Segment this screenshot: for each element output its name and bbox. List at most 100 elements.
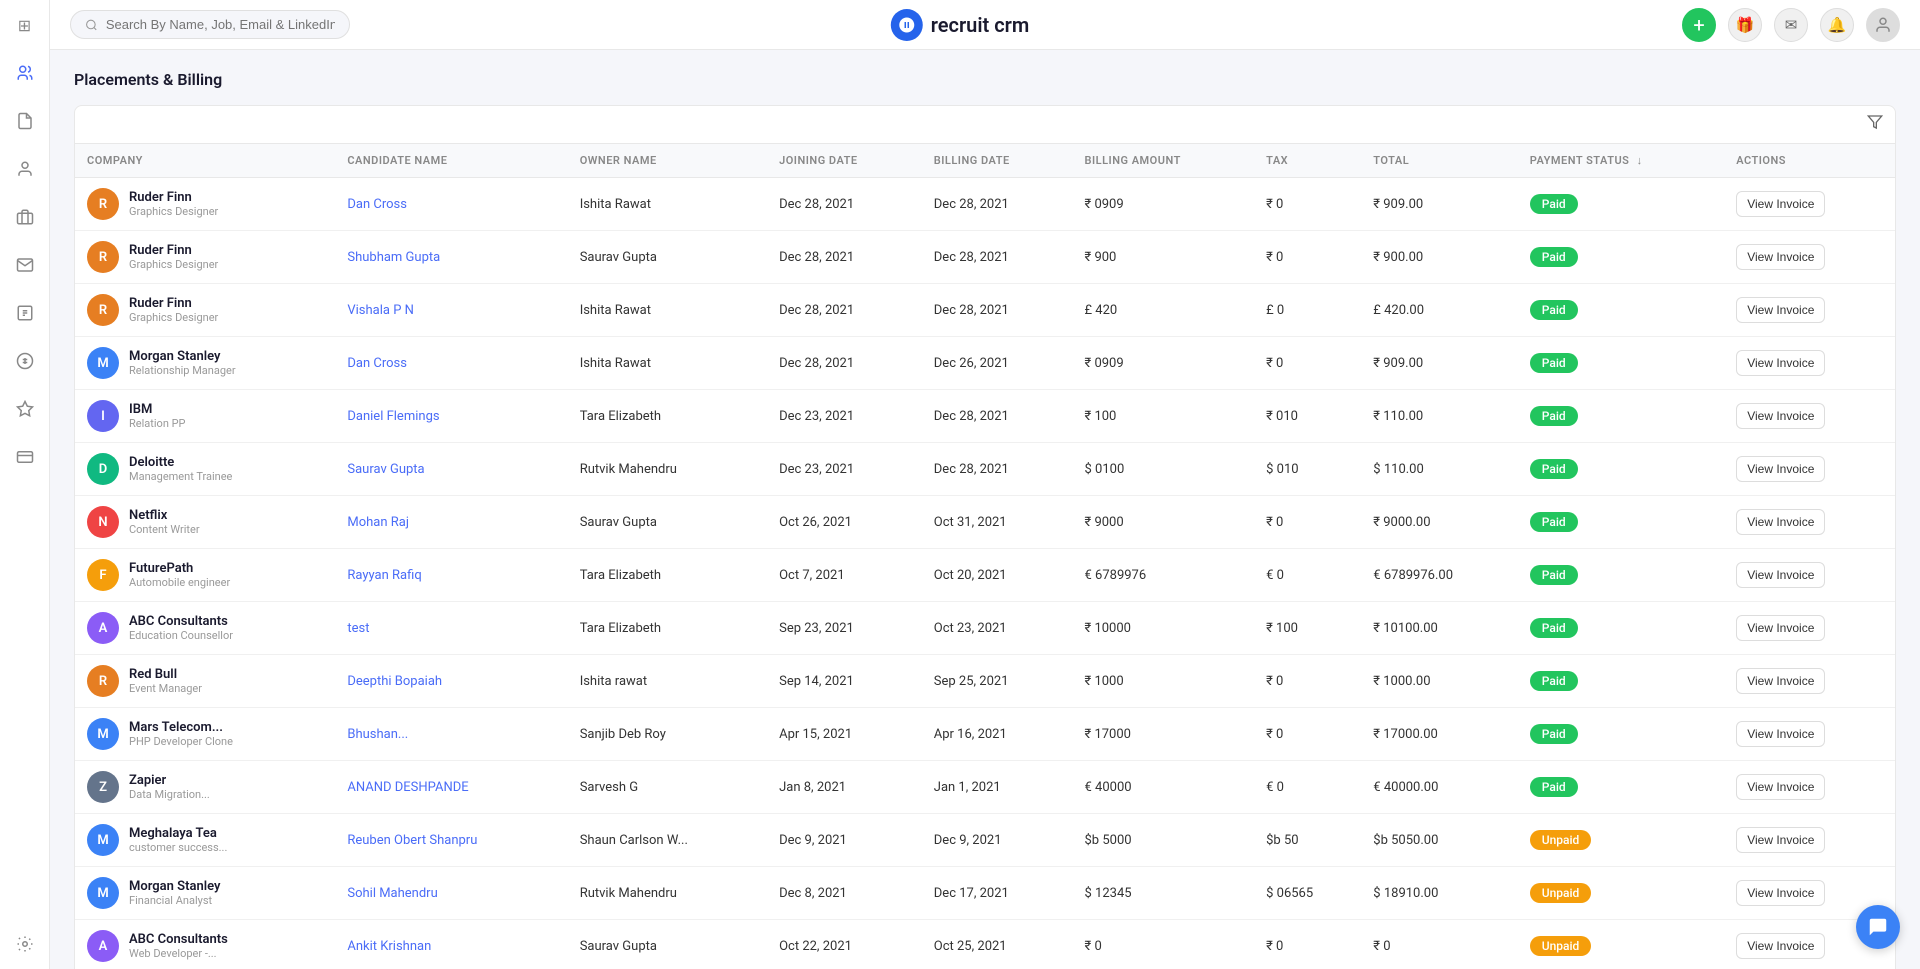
- candidate-link-1[interactable]: Shubham Gupta: [347, 250, 440, 265]
- billing-amount-cell-6: ₹ 9000: [1073, 496, 1255, 549]
- company-name-3: Morgan Stanley: [129, 349, 236, 364]
- view-invoice-button-5[interactable]: View Invoice: [1736, 456, 1825, 482]
- view-invoice-button-8[interactable]: View Invoice: [1736, 615, 1825, 641]
- col-owner: OWNER NAME: [568, 144, 767, 178]
- search-input[interactable]: [106, 17, 335, 32]
- view-invoice-button-9[interactable]: View Invoice: [1736, 668, 1825, 694]
- company-avatar-6: N: [87, 506, 119, 538]
- view-invoice-button-11[interactable]: View Invoice: [1736, 774, 1825, 800]
- gift-button[interactable]: 🎁: [1728, 8, 1762, 42]
- candidate-link-6[interactable]: Mohan Raj: [347, 515, 409, 530]
- view-invoice-button-12[interactable]: View Invoice: [1736, 827, 1825, 853]
- candidate-link-12[interactable]: Reuben Obert Shanpru: [347, 833, 477, 848]
- candidate-link-0[interactable]: Dan Cross: [347, 197, 407, 212]
- notification-button[interactable]: 🔔: [1820, 8, 1854, 42]
- billing-date-cell-7: Oct 20, 2021: [922, 549, 1073, 602]
- dollar-icon[interactable]: [10, 346, 40, 376]
- avatar[interactable]: [1866, 8, 1900, 42]
- notes-icon[interactable]: [10, 298, 40, 328]
- view-invoice-button-14[interactable]: View Invoice: [1736, 933, 1825, 959]
- email-button[interactable]: ✉: [1774, 8, 1808, 42]
- candidate-link-5[interactable]: Saurav Gupta: [347, 462, 424, 477]
- chat-button[interactable]: [1856, 905, 1900, 949]
- billing-amount-cell-11: € 40000: [1073, 761, 1255, 814]
- owner-cell-7: Tara Elizabeth: [568, 549, 767, 602]
- total-cell-9: ₹ 1000.00: [1361, 655, 1517, 708]
- joining-date-cell-10: Apr 15, 2021: [767, 708, 922, 761]
- actions-cell-4: View Invoice: [1724, 390, 1895, 443]
- view-invoice-button-3[interactable]: View Invoice: [1736, 350, 1825, 376]
- company-name-5: Deloitte: [129, 455, 232, 470]
- total-cell-11: € 40000.00: [1361, 761, 1517, 814]
- card-icon[interactable]: [10, 442, 40, 472]
- billing-amount-cell-4: ₹ 100: [1073, 390, 1255, 443]
- billing-amount-cell-0: ₹ 0909: [1073, 178, 1255, 231]
- candidate-cell-9: Deepthi Bopaiah: [335, 655, 567, 708]
- document-icon[interactable]: [10, 106, 40, 136]
- status-cell-13: Unpaid: [1518, 867, 1724, 920]
- billing-date-cell-2: Dec 28, 2021: [922, 284, 1073, 337]
- joining-date-cell-0: Dec 28, 2021: [767, 178, 922, 231]
- actions-cell-8: View Invoice: [1724, 602, 1895, 655]
- actions-cell-3: View Invoice: [1724, 337, 1895, 390]
- joining-date-cell-14: Oct 22, 2021: [767, 920, 922, 969]
- company-name-14: ABC Consultants: [129, 932, 228, 947]
- billing-date-cell-4: Dec 28, 2021: [922, 390, 1073, 443]
- logo-icon: [891, 9, 923, 41]
- view-invoice-button-2[interactable]: View Invoice: [1736, 297, 1825, 323]
- owner-cell-1: Saurav Gupta: [568, 231, 767, 284]
- candidate-link-9[interactable]: Deepthi Bopaiah: [347, 674, 442, 689]
- company-cell-6: N Netflix Content Writer: [75, 496, 335, 549]
- view-invoice-button-4[interactable]: View Invoice: [1736, 403, 1825, 429]
- search-container[interactable]: [70, 10, 350, 39]
- total-cell-5: $ 110.00: [1361, 443, 1517, 496]
- briefcase-icon[interactable]: [10, 202, 40, 232]
- candidate-link-2[interactable]: Vishala P N: [347, 303, 414, 318]
- chart-icon[interactable]: [10, 394, 40, 424]
- person-icon[interactable]: [10, 154, 40, 184]
- mail-icon[interactable]: [10, 250, 40, 280]
- view-invoice-button-7[interactable]: View Invoice: [1736, 562, 1825, 588]
- status-badge-5: Paid: [1530, 459, 1578, 479]
- actions-cell-0: View Invoice: [1724, 178, 1895, 231]
- status-badge-14: Unpaid: [1530, 936, 1592, 956]
- users-icon[interactable]: [10, 58, 40, 88]
- billing-amount-cell-10: ₹ 17000: [1073, 708, 1255, 761]
- col-tax: TAX: [1254, 144, 1361, 178]
- company-cell-5: D Deloitte Management Trainee: [75, 443, 335, 496]
- view-invoice-button-10[interactable]: View Invoice: [1736, 721, 1825, 747]
- table-row: R Red Bull Event Manager Deepthi Bopaiah…: [75, 655, 1895, 708]
- view-invoice-button-0[interactable]: View Invoice: [1736, 191, 1825, 217]
- table-row: M Morgan Stanley Relationship Manager Da…: [75, 337, 1895, 390]
- table-row: A ABC Consultants Web Developer -... Ank…: [75, 920, 1895, 969]
- tax-cell-12: $b 50: [1254, 814, 1361, 867]
- candidate-cell-13: Sohil Mahendru: [335, 867, 567, 920]
- candidate-link-11[interactable]: ANAND DESHPANDE: [347, 780, 468, 795]
- candidate-link-7[interactable]: Rayyan Rafiq: [347, 568, 421, 583]
- col-billing-date: BILLING DATE: [922, 144, 1073, 178]
- candidate-link-14[interactable]: Ankit Krishnan: [347, 939, 431, 954]
- tax-cell-8: ₹ 100: [1254, 602, 1361, 655]
- candidate-link-8[interactable]: test: [347, 621, 369, 636]
- settings-icon[interactable]: [10, 929, 40, 959]
- candidate-link-10[interactable]: Bhushan...: [347, 727, 408, 742]
- candidate-link-13[interactable]: Sohil Mahendru: [347, 886, 437, 901]
- add-button[interactable]: +: [1682, 8, 1716, 42]
- joining-date-cell-5: Dec 23, 2021: [767, 443, 922, 496]
- company-cell-11: Z Zapier Data Migration...: [75, 761, 335, 814]
- billing-date-cell-14: Oct 25, 2021: [922, 920, 1073, 969]
- view-invoice-button-1[interactable]: View Invoice: [1736, 244, 1825, 270]
- col-payment-status[interactable]: PAYMENT STATUS ↓: [1518, 144, 1724, 178]
- company-name-12: Meghalaya Tea: [129, 826, 227, 841]
- candidate-link-4[interactable]: Daniel Flemings: [347, 409, 439, 424]
- company-avatar-9: R: [87, 665, 119, 697]
- joining-date-cell-9: Sep 14, 2021: [767, 655, 922, 708]
- filter-button[interactable]: [1867, 114, 1883, 135]
- view-invoice-button-13[interactable]: View Invoice: [1736, 880, 1825, 906]
- total-cell-12: $b 5050.00: [1361, 814, 1517, 867]
- dashboard-icon[interactable]: ⊞: [10, 10, 40, 40]
- billing-date-cell-0: Dec 28, 2021: [922, 178, 1073, 231]
- view-invoice-button-6[interactable]: View Invoice: [1736, 509, 1825, 535]
- candidate-cell-7: Rayyan Rafiq: [335, 549, 567, 602]
- candidate-link-3[interactable]: Dan Cross: [347, 356, 407, 371]
